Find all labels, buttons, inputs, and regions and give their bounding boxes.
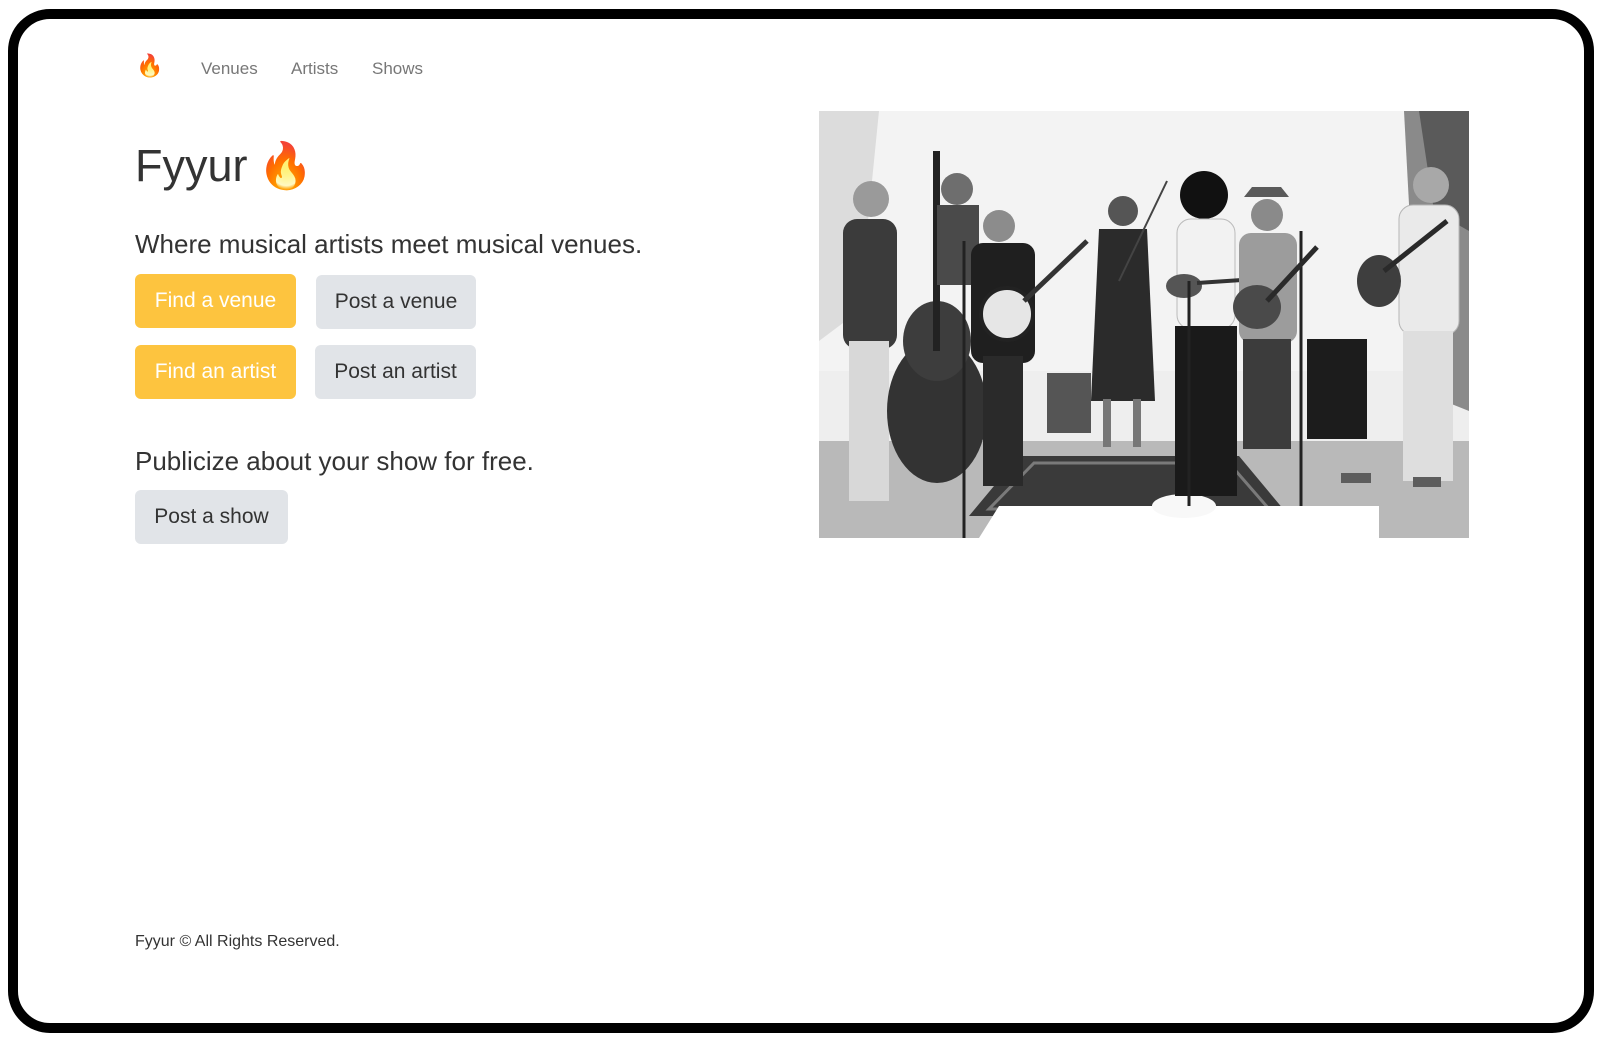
brand-fire-icon[interactable]: 🔥 xyxy=(136,53,163,79)
post-show-button[interactable]: Post a show xyxy=(135,490,288,544)
browser-frame: 🔥 Venues Artists Shows Fyyur 🔥 Where musi… xyxy=(8,9,1594,1033)
find-venue-button[interactable]: Find a venue xyxy=(135,274,296,328)
footer-copyright: Fyyur © All Rights Reserved. xyxy=(135,933,340,950)
nav-link-artists[interactable]: Artists xyxy=(291,58,338,80)
top-navbar: 🔥 Venues Artists Shows xyxy=(18,19,1584,99)
fire-icon: 🔥 xyxy=(257,140,314,191)
page-title-text: Fyyur xyxy=(135,140,248,191)
nav-link-venues[interactable]: Venues xyxy=(201,58,258,80)
find-artist-button[interactable]: Find an artist xyxy=(135,345,296,399)
post-artist-button[interactable]: Post an artist xyxy=(315,345,476,399)
tagline: Where musical artists meet musical venue… xyxy=(135,229,643,259)
show-prompt: Publicize about your show for free. xyxy=(135,446,534,476)
page-title: Fyyur 🔥 xyxy=(135,137,314,195)
band-photo xyxy=(819,111,1469,538)
post-venue-button[interactable]: Post a venue xyxy=(316,275,476,329)
nav-link-shows[interactable]: Shows xyxy=(372,58,423,80)
band-photo-illustration xyxy=(819,111,1469,538)
